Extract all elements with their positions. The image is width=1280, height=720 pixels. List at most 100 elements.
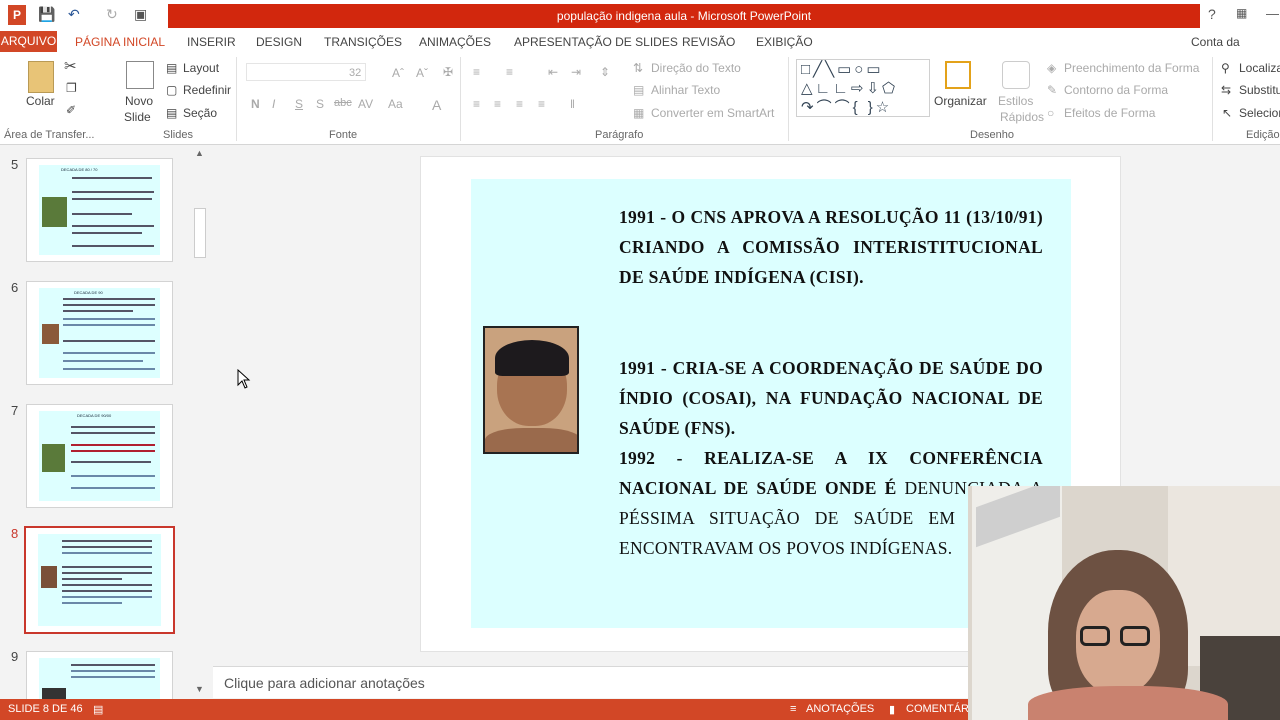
title-bar: P 💾 ↶ ↻ ▣ população indigena aula - Micr…	[0, 0, 1280, 31]
notes-icon: ≡	[790, 703, 797, 715]
align-text-button[interactable]: Alinhar Texto	[651, 83, 720, 97]
copy-icon[interactable]: ❐	[66, 81, 77, 95]
tab-pagina-inicial[interactable]: PÁGINA INICIAL	[75, 33, 165, 51]
replace-button[interactable]: Substitu	[1239, 83, 1280, 97]
arrange-icon	[945, 61, 971, 89]
quick-styles-label2[interactable]: Rápidos	[1000, 110, 1044, 124]
align-center-icon[interactable]: ≡	[494, 97, 501, 111]
increase-indent-icon[interactable]: ⇥	[571, 65, 581, 79]
slide-thumbnail-5[interactable]: DECADA DE 80 / 70	[26, 158, 173, 262]
slide-thumbnail-9[interactable]	[26, 651, 173, 702]
notes-button[interactable]: ANOTAÇÕES	[806, 703, 874, 715]
tab-exibicao[interactable]: EXIBIÇÃO	[756, 33, 813, 51]
group-font: Fonte	[329, 129, 358, 141]
scroll-up-icon[interactable]: ▲	[195, 148, 204, 158]
bold-button[interactable]: N	[251, 97, 260, 111]
strikethrough-icon[interactable]: abc	[334, 97, 352, 109]
shape-fill-button[interactable]: Preenchimento da Forma	[1064, 61, 1199, 75]
text-direction-button[interactable]: Direção do Texto	[651, 61, 741, 75]
spelling-icon[interactable]: ▤	[93, 703, 103, 716]
tab-transicoes[interactable]: TRANSIÇÕES	[324, 33, 402, 51]
line-spacing-icon[interactable]: ⇕	[600, 65, 610, 79]
smartart-button[interactable]: Converter em SmartArt	[651, 106, 774, 120]
reset-button[interactable]: Redefinir	[183, 83, 231, 97]
italic-button[interactable]: I	[272, 97, 275, 111]
minimize-icon[interactable]: —	[1266, 6, 1279, 21]
clear-format-icon[interactable]: ✠	[443, 65, 453, 79]
slide-thumbnail-6[interactable]: DECADA DE 90	[26, 281, 173, 385]
shrink-font-icon[interactable]: Aˇ	[416, 66, 428, 80]
slide-paragraph-2[interactable]: 1991 - CRIA-SE A COORDENAÇÃO DE SAÚDE DO…	[619, 353, 1043, 443]
slide-counter: SLIDE 8 DE 46	[8, 703, 83, 715]
find-button[interactable]: Localiza	[1239, 61, 1280, 75]
powerpoint-logo-icon: P	[8, 5, 26, 25]
format-painter-icon[interactable]: ✐	[66, 103, 76, 117]
font-color-icon[interactable]: A	[432, 97, 441, 113]
save-icon[interactable]: 💾	[38, 6, 55, 23]
cut-icon[interactable]: ✂	[64, 57, 77, 75]
change-case-icon[interactable]: Aa	[388, 97, 403, 111]
comments-button[interactable]: COMENTÁRI	[906, 703, 972, 715]
new-slide-button[interactable]: Novo	[125, 94, 153, 108]
arrange-button[interactable]: Organizar	[934, 94, 987, 108]
font-size-select[interactable]: 32	[349, 67, 361, 79]
grow-font-icon[interactable]: Aˆ	[392, 66, 404, 80]
paste-icon	[28, 61, 54, 93]
shapes-gallery[interactable]: □╱╲▭○▭ △∟∟⇨⇩⬠ ↷⌒⌒{ }☆	[796, 59, 930, 117]
scroll-down-icon[interactable]: ▼	[195, 684, 204, 694]
slide-paragraph-1[interactable]: 1991 - O CNS APROVA A RESOLUÇÃO 11 (13/1…	[619, 202, 1043, 292]
align-left-icon[interactable]: ≡	[473, 97, 480, 111]
shape-outline-button[interactable]: Contorno da Forma	[1064, 83, 1168, 97]
shape-outline-icon: ✎	[1047, 83, 1058, 97]
tab-design[interactable]: DESIGN	[256, 33, 302, 51]
notes-placeholder[interactable]: Clique para adicionar anotações	[224, 675, 425, 691]
slide-thumbnails-pane: 5 DECADA DE 80 / 70 6 DECADA DE 90 7 DEC…	[0, 146, 212, 702]
customize-icon[interactable]: ▣	[134, 6, 147, 23]
char-spacing-icon[interactable]: AV	[358, 97, 373, 111]
decrease-indent-icon[interactable]: ⇤	[548, 65, 558, 79]
new-slide-label2[interactable]: Slide	[124, 110, 151, 124]
shadow-button[interactable]: S	[316, 97, 324, 111]
justify-icon[interactable]: ≡	[538, 97, 545, 111]
underline-button[interactable]: S	[295, 97, 303, 111]
section-button[interactable]: Seção	[183, 106, 217, 120]
numbering-icon[interactable]: ≡	[506, 65, 513, 79]
paste-button[interactable]: Colar	[26, 94, 55, 108]
slide-thumbnail-8-selected[interactable]	[24, 526, 175, 634]
tab-inserir[interactable]: INSERIR	[187, 33, 236, 51]
help-button[interactable]: ?	[1208, 6, 1216, 22]
thumb-image	[42, 197, 67, 227]
select-button[interactable]: Selecion	[1239, 106, 1280, 120]
group-drawing: Desenho	[970, 129, 1015, 141]
thumb-number: 8	[11, 526, 19, 541]
ribbon-display-icon[interactable]: ▦	[1236, 6, 1247, 20]
scroll-thumb[interactable]	[194, 208, 206, 258]
layout-button[interactable]: Layout	[183, 61, 219, 75]
group-clipboard: Área de Transfer...	[4, 129, 95, 141]
shape-fill-icon: ◈	[1047, 61, 1057, 75]
layout-icon: ▤	[166, 61, 178, 75]
quick-styles-icon	[1002, 61, 1030, 89]
thumb-title: DECADA DE 80 / 70	[61, 167, 98, 172]
tab-apresentacao[interactable]: APRESENTAÇÃO DE SLIDES	[514, 33, 678, 51]
thumbnails-scrollbar[interactable]: ▲ ▼	[193, 148, 207, 696]
shape-effects-button[interactable]: Efeitos de Forma	[1064, 106, 1155, 120]
comments-icon: ▮	[889, 704, 896, 716]
undo-icon[interactable]: ↶	[68, 6, 80, 23]
bullets-icon[interactable]: ≡	[473, 65, 480, 79]
slide-thumbnail-7[interactable]: DECADA DE 90/00	[26, 404, 173, 508]
thumb-number: 7	[11, 403, 19, 418]
section-icon: ▤	[166, 106, 178, 120]
group-slides: Slides	[163, 129, 193, 141]
mouse-cursor-icon	[237, 369, 251, 389]
shape-effects-icon: ○	[1047, 106, 1055, 120]
align-right-icon[interactable]: ≡	[516, 97, 523, 111]
child-photo[interactable]	[483, 326, 579, 454]
font-name-select[interactable]	[246, 63, 366, 81]
tab-arquivo[interactable]: ARQUIVO	[0, 31, 57, 52]
redo-icon[interactable]: ↻	[106, 6, 118, 23]
quick-styles-button[interactable]: Estilos	[998, 94, 1033, 108]
tab-animacoes[interactable]: ANIMAÇÕES	[419, 33, 491, 51]
columns-icon[interactable]: ‖	[570, 97, 575, 111]
tab-revisao[interactable]: REVISÃO	[682, 33, 735, 51]
